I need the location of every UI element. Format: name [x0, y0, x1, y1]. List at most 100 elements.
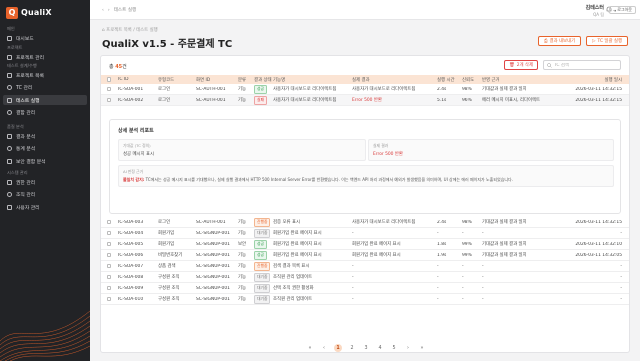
status-badge: 성공 — [254, 239, 267, 249]
table-row[interactable]: TC-SOA-009 구성원 조직 SC-SIGNUP-001 기능 대기중 선택 조직 … — [101, 283, 629, 294]
prev-page-button[interactable]: ‹ — [320, 344, 328, 352]
sidebar-item[interactable]: 프로젝트 관리 — [3, 52, 87, 62]
column-header[interactable]: 기능명 — [273, 77, 352, 83]
delete-selected-button[interactable]: 🗑 2개 삭제 — [504, 60, 538, 70]
sidebar-item[interactable]: 통계 분석 — [3, 144, 87, 154]
column-header[interactable]: 신뢰도 — [462, 77, 482, 83]
page-breadcrumb[interactable]: ⌂ 프로젝트 목록 / 테스트 실행 — [102, 27, 158, 33]
row-checkbox[interactable] — [101, 97, 117, 103]
detail-report-panel: 상세 분석 리포트 기대값 (TC 정의) 성공 메시지 표시 실제 결과 Er… — [109, 119, 621, 214]
cell-basis: 에러 메시지 미표시, 리다이렉트 — [482, 98, 541, 103]
table-row[interactable]: TC-SOA-008 구성원 조직 SC-SIGNUP-001 기능 대기중 조직원 관리… — [101, 272, 629, 283]
checkbox-box[interactable] — [106, 241, 112, 247]
page-number-button[interactable]: 4 — [376, 344, 384, 352]
page-number-button[interactable]: 2 — [348, 344, 356, 352]
export-results-button[interactable]: ⎙ 결과 내보내기 — [538, 36, 582, 46]
table-row[interactable]: TC-SOA-004 회원가입 SC-SIGNUP-001 기능 대기중 회원가입 완료 … — [101, 228, 629, 239]
column-header[interactable]: 유형코드 — [158, 77, 196, 83]
column-header[interactable]: TC ID — [117, 77, 158, 82]
checkbox-box[interactable] — [106, 86, 112, 92]
row-checkbox[interactable] — [101, 274, 117, 280]
row-checkbox[interactable] — [101, 230, 117, 236]
status-badge: 대기중 — [254, 228, 271, 238]
cell-time: 2.4s — [437, 219, 447, 225]
sidebar-item[interactable]: 결함 관리 — [3, 108, 87, 118]
checkbox-box[interactable] — [106, 252, 112, 258]
column-header[interactable]: 분류 — [238, 77, 254, 83]
cell-id: TC-SOA-005 — [117, 241, 144, 247]
cell-basis: 기대값과 실제 결과 일치 — [482, 220, 527, 225]
ai-reason-text: 불일치 감지: TC에서는 성공 메시지 표시를 기대했으나, 실제 실행 결과… — [123, 177, 623, 183]
row-checkbox[interactable] — [101, 285, 117, 291]
cell-cls: 기능 — [238, 98, 247, 103]
sidebar-item[interactable]: 조직 관리 — [3, 190, 87, 200]
row-checkbox[interactable] — [101, 241, 117, 247]
sidebar-item[interactable]: TC 관리 — [3, 83, 87, 93]
sidebar-item[interactable]: 프로젝트 목록 — [3, 70, 87, 80]
back-arrow-icon[interactable]: ‹ — [102, 8, 104, 13]
table-row[interactable]: TC-SOA-003 로그인 SC-AUTH-001 기능 진행중 검증 오류 표시 사용자… — [101, 217, 629, 228]
column-header[interactable]: 실제 결과 — [352, 77, 437, 83]
next-page-button[interactable]: › — [404, 344, 412, 352]
row-checkbox[interactable] — [101, 296, 117, 302]
checkbox-box[interactable] — [106, 285, 112, 291]
cell-cls: 보안 — [238, 242, 247, 247]
cell-cls: 기능 — [238, 231, 247, 236]
stats-icon — [7, 146, 12, 151]
checkbox-box[interactable] — [106, 263, 112, 269]
sidebar-item[interactable]: 대시보드 — [3, 33, 87, 43]
row-checkbox[interactable] — [101, 252, 117, 258]
row-checkbox[interactable] — [101, 263, 117, 269]
cell-date: 2026-03-11 14:32:05 — [575, 252, 622, 258]
checkbox-box[interactable] — [106, 230, 112, 236]
cell-date: - — [620, 285, 622, 291]
checkbox-box[interactable] — [106, 219, 112, 225]
table-row[interactable]: TC-SOA-001 로그인 SC-AUTH-001 기능 성공 사용자가 대시보드로 리… — [101, 84, 629, 95]
last-page-button[interactable]: » — [418, 344, 426, 352]
forward-arrow-icon[interactable]: › — [108, 8, 110, 13]
column-header[interactable]: 실행 일시 — [566, 77, 626, 83]
table-row[interactable]: TC-SOA-002 로그인 SC-AUTH-001 기능 실패 사용자가 대시보드로 리… — [101, 95, 629, 106]
status-badge: 대기중 — [254, 294, 271, 304]
ai-reason-body: TC에서는 성공 메시지 표시를 기대했으나, 실제 실행 결과에서 HTTP … — [144, 177, 514, 182]
cell-time: 1.8s — [437, 241, 447, 247]
row-checkbox[interactable] — [101, 86, 117, 92]
table-row[interactable]: TC-SOA-010 구성원 조직 SC-SIGNUP-001 기능 대기중 조직원 관리… — [101, 294, 629, 305]
cell-date: - — [620, 296, 622, 302]
bulk-run-button[interactable]: ▷ TC 일괄 실행 — [586, 36, 628, 46]
sidebar-section-title: 프로젝트 — [7, 45, 23, 50]
sidebar-item[interactable]: 보안 결함 분석 — [3, 156, 87, 166]
user-info[interactable]: 김테스터 QA 팀 — [586, 4, 604, 18]
table-row[interactable]: TC-SOA-005 회원가입 SC-SIGNUP-001 보안 성공 회원가입 완료 페… — [101, 239, 629, 250]
sidebar-item[interactable]: 권한 관리 — [3, 177, 87, 187]
page-number-button[interactable]: 1 — [334, 344, 342, 352]
column-header[interactable]: 결과 상태 — [254, 77, 273, 83]
app-logo[interactable]: Q QualiX — [6, 6, 52, 19]
checkbox-box[interactable] — [106, 97, 112, 103]
user-icon — [7, 204, 12, 210]
sidebar-item[interactable]: 사용자 관리 — [3, 202, 87, 212]
table-row[interactable]: TC-SOA-006 비밀번호찾기 SC-SIGNUP-001 기능 성공 회원가입 완료… — [101, 250, 629, 261]
sidebar-item[interactable]: 테스트 실행 — [3, 95, 87, 105]
status-badge: 대기중 — [254, 283, 271, 293]
pagination: « ‹ 1 2 3 4 5 › » — [101, 344, 631, 352]
sidebar-item[interactable]: 결과 분석 — [3, 131, 87, 141]
row-checkbox[interactable] — [101, 219, 117, 225]
cell-cls: 기능 — [238, 286, 247, 291]
search-box[interactable] — [543, 60, 621, 70]
page-number-button[interactable]: 5 — [390, 344, 398, 352]
checkbox-box[interactable] — [106, 296, 112, 302]
table-row[interactable]: TC-SOA-007 상품 검색 SC-SIGNUP-001 기능 진행중 검색 결과 목… — [101, 261, 629, 272]
column-header[interactable]: 실행 시간 — [437, 77, 462, 83]
column-header[interactable]: 화면 ID — [196, 77, 238, 83]
column-header[interactable]: 반영 근거 — [482, 77, 566, 83]
first-page-button[interactable]: « — [306, 344, 314, 352]
app-name: QualiX — [21, 8, 52, 17]
checkbox-box[interactable] — [106, 274, 112, 280]
page-number-button[interactable]: 3 — [362, 344, 370, 352]
cell-screen: SC-SIGNUP-001 — [196, 230, 230, 236]
select-all-checkbox[interactable] — [101, 77, 117, 82]
search-input[interactable] — [554, 62, 618, 68]
logout-button[interactable]: ⇥ 로그아웃 — [608, 6, 636, 14]
cell-basis: 기대값과 실제 결과 일치 — [482, 242, 527, 247]
